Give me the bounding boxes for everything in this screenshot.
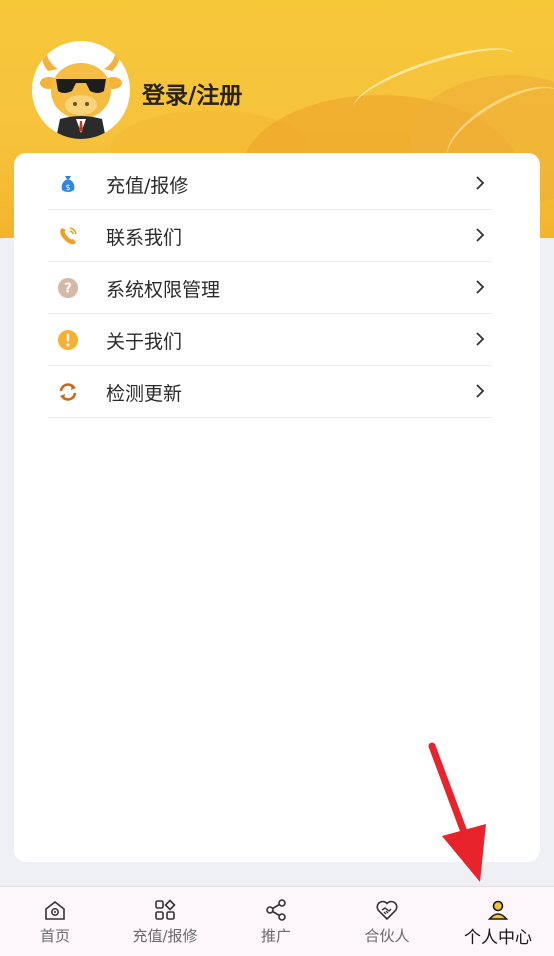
svg-text:?: ? — [64, 282, 72, 297]
refresh-icon — [59, 383, 77, 401]
menu-item-label: 检测更新 — [106, 383, 183, 405]
chevron-right-icon — [476, 176, 485, 190]
exclamation-icon — [58, 330, 78, 350]
tab-partner[interactable]: 合伙人 — [332, 887, 442, 956]
money-bag-icon: $ — [61, 176, 75, 192]
chevron-right-icon — [476, 228, 485, 242]
tab-label: 合伙人 — [364, 927, 410, 945]
avatar[interactable] — [32, 41, 130, 139]
tab-label: 充值/报修 — [132, 927, 198, 945]
menu-item-label: 充值/报修 — [106, 175, 189, 197]
bottom-tab-bar: 首页 充值/报修 推广 合伙人 个人中心 — [0, 886, 554, 956]
tab-label: 推广 — [260, 927, 291, 945]
menu-item-label: 关于我们 — [106, 331, 183, 353]
menu-item-recharge-repair[interactable]: $ 充值/报修 — [48, 157, 492, 210]
menu-item-label: 系统权限管理 — [106, 279, 221, 301]
tab-recharge-repair[interactable]: 充值/报修 — [110, 887, 220, 956]
menu-item-about-us[interactable]: 关于我们 — [48, 313, 492, 366]
chevron-right-icon — [476, 280, 485, 294]
red-arrow-annotation — [428, 742, 486, 882]
handshake-heart-icon — [376, 900, 398, 921]
tab-profile[interactable]: 个人中心 — [443, 887, 553, 956]
chevron-right-icon — [476, 332, 485, 346]
menu-item-permission-management[interactable]: ? 系统权限管理 — [48, 261, 492, 314]
home-icon — [45, 900, 65, 920]
tab-home[interactable]: 首页 — [0, 887, 110, 956]
menu-item-check-update[interactable]: 检测更新 — [48, 365, 492, 418]
person-icon — [487, 900, 509, 920]
tab-label: 首页 — [39, 927, 70, 945]
grid-icon — [155, 899, 176, 920]
login-register-link[interactable]: 登录/注册 — [142, 76, 242, 110]
question-icon: ? — [58, 278, 78, 298]
svg-text:$: $ — [65, 183, 70, 192]
share-icon — [266, 899, 286, 921]
phone-icon — [60, 227, 77, 245]
tab-promotion[interactable]: 推广 — [221, 887, 331, 956]
tab-label: 个人中心 — [464, 928, 532, 948]
menu-item-contact-us[interactable]: 联系我们 — [48, 209, 492, 262]
cartoon-bull-avatar-icon — [40, 51, 123, 139]
chevron-right-icon — [476, 384, 485, 398]
menu-item-label: 联系我们 — [106, 227, 183, 249]
